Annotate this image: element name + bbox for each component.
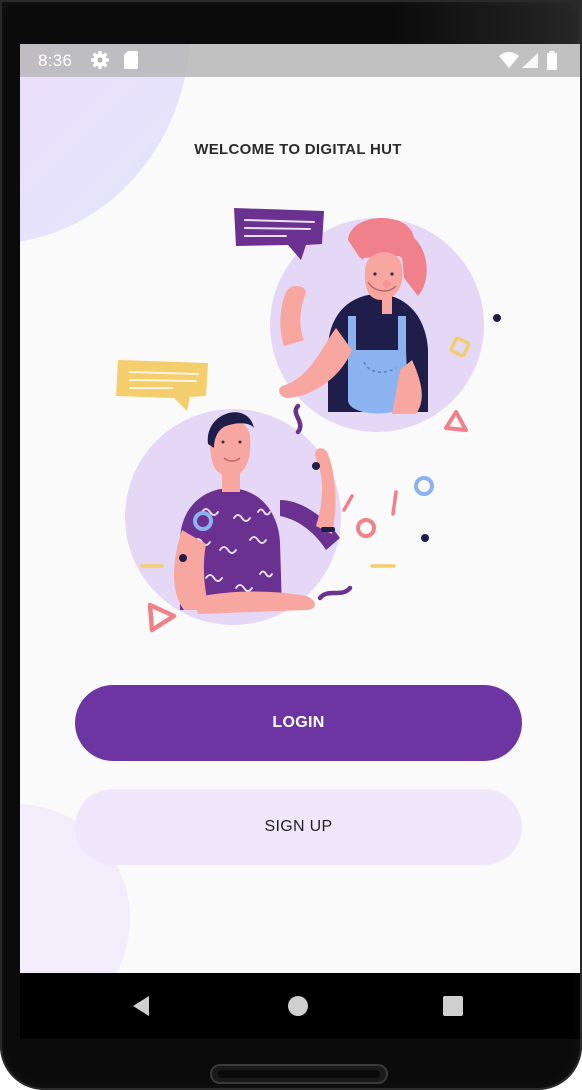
device-top-shade	[392, 0, 582, 44]
device-speaker-grille	[218, 1070, 380, 1078]
status-time: 8:36	[38, 51, 73, 70]
welcome-title: WELCOME TO DIGITAL HUT	[194, 141, 402, 158]
battery-icon	[546, 51, 558, 76]
people-chat-illustration	[110, 200, 510, 645]
navigation-bar	[20, 973, 582, 1039]
status-bar: 8:36	[20, 44, 582, 77]
recents-icon[interactable]	[438, 991, 468, 1021]
signup-button[interactable]: SIGN UP	[75, 789, 522, 865]
wifi-icon	[498, 51, 520, 74]
app-screen: 8:36 WELCOME TO DIGITAL HUT LOGIN SIGN U…	[20, 44, 582, 973]
login-button[interactable]: LOGIN	[75, 685, 522, 761]
gear-icon	[90, 50, 110, 75]
home-icon[interactable]	[283, 991, 313, 1021]
cell-signal-icon	[521, 52, 539, 74]
sd-card-icon	[123, 50, 139, 75]
device-speaker	[210, 1064, 388, 1084]
device-frame: 8:36 WELCOME TO DIGITAL HUT LOGIN SIGN U…	[0, 0, 582, 1090]
back-icon[interactable]	[127, 991, 157, 1021]
